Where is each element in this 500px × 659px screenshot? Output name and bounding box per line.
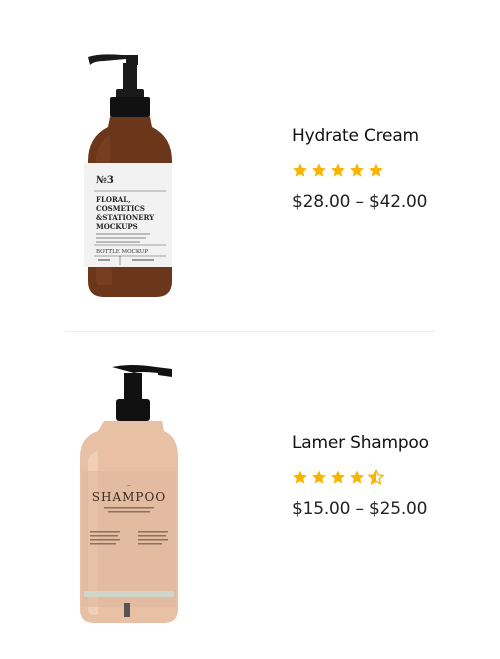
star-icon — [331, 163, 345, 177]
product-price: $15.00 – $25.00 — [292, 499, 428, 519]
label-line: &STATIONERY — [96, 213, 155, 222]
amber-bottle-image: №3 FLORAL, COSMETICS &STATIONERY MOCKUPS… — [84, 54, 172, 297]
star-icon — [331, 470, 345, 484]
product-image[interactable]: ~ SHAMPOO — [60, 361, 190, 631]
shampoo-bottle-image: ~ SHAMPOO — [80, 365, 178, 623]
star-icon — [312, 163, 326, 177]
product-info: Lamer Shampoo $15.00 – $25.00 — [292, 433, 429, 519]
product-price: $28.00 – $42.00 — [292, 192, 428, 212]
svg-text:~: ~ — [127, 483, 131, 489]
star-icon — [293, 470, 307, 484]
star-icon — [312, 470, 326, 484]
label-line: COSMETICS — [96, 204, 145, 213]
star-icon — [350, 163, 364, 177]
star-icon — [350, 470, 364, 484]
label-line: MOCKUPS — [96, 222, 138, 231]
label-line: FLORAL, — [96, 195, 131, 204]
product-card: ~ SHAMPOO Lamer Shampoo $15.00 – $25.00 — [0, 333, 500, 659]
product-image[interactable]: №3 FLORAL, COSMETICS &STATIONERY MOCKUPS… — [60, 45, 190, 305]
product-card: №3 FLORAL, COSMETICS &STATIONERY MOCKUPS… — [0, 0, 500, 330]
product-title[interactable]: Lamer Shampoo — [292, 433, 429, 453]
divider — [65, 331, 435, 332]
label-title: SHAMPOO — [92, 490, 166, 504]
star-icon — [293, 163, 307, 177]
label-number: №3 — [96, 175, 114, 186]
star-icon — [369, 163, 383, 177]
star-rating — [292, 162, 427, 178]
product-info: Hydrate Cream $28.00 – $42.00 — [292, 126, 427, 212]
half-star-icon — [368, 469, 384, 485]
label-footer: BOTTLE MOCKUP — [96, 249, 148, 255]
product-title[interactable]: Hydrate Cream — [292, 126, 427, 146]
star-rating — [292, 469, 429, 485]
